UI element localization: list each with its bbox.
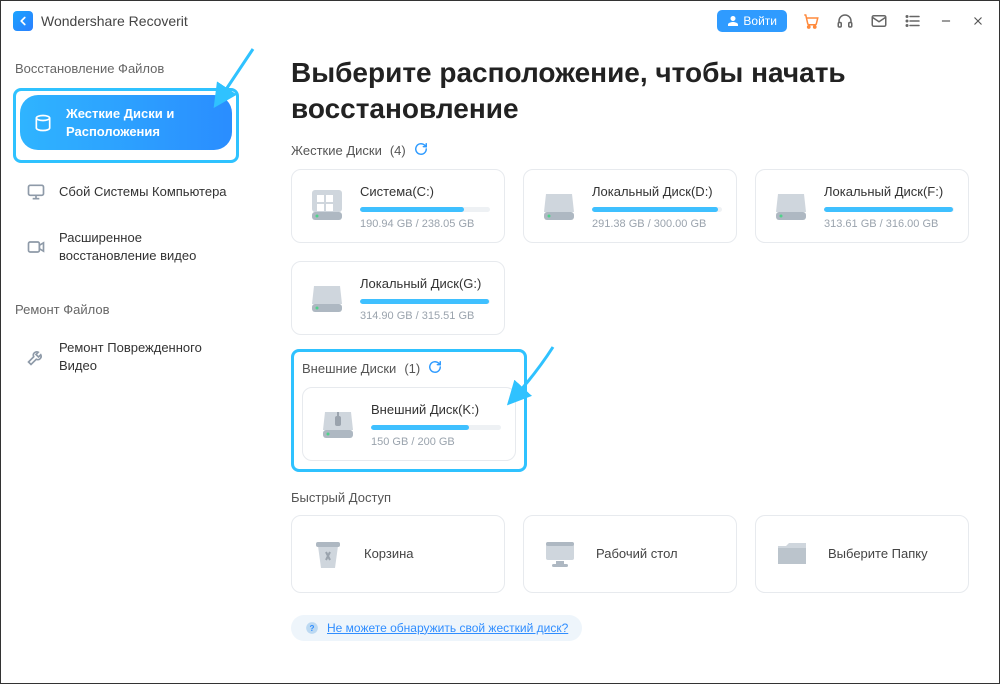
section-label: Жесткие Диски (291, 143, 382, 158)
folder-icon (770, 532, 814, 576)
sidebar-section-repair: Ремонт Файлов Ремонт Поврежденного Видео (13, 302, 239, 384)
title-left: Wondershare Recoverit (13, 11, 188, 31)
drive-size: 190.94 GB / 238.05 GB (360, 218, 490, 230)
section-header-external-drives: Внешние Диски (1) (302, 360, 516, 377)
title-right: Войти (717, 10, 987, 32)
help-link-text[interactable]: Не можете обнаружить свой жесткий диск? (327, 621, 568, 635)
refresh-icon[interactable] (428, 360, 442, 377)
app-logo-icon (13, 11, 33, 31)
drive-name: Внешний Диск(K:) (371, 402, 501, 417)
system-drive-icon (306, 184, 348, 226)
drive-card-local-d[interactable]: Локальный Диск(D:) 291.38 GB / 300.00 GB (523, 169, 737, 243)
sidebar: Восстановление Файлов Жесткие Диски и Ра… (1, 41, 251, 683)
section-count: (4) (390, 143, 406, 158)
hdd-icon (306, 276, 348, 318)
video-icon (25, 236, 47, 258)
drive-size: 150 GB / 200 GB (371, 436, 501, 448)
page-title: Выберите расположение, чтобы начать восс… (291, 55, 971, 128)
wrench-icon (25, 346, 47, 368)
close-button[interactable] (969, 12, 987, 30)
drive-size: 291.38 GB / 300.00 GB (592, 218, 722, 230)
login-button[interactable]: Войти (717, 10, 787, 32)
drive-usage-bar (360, 299, 490, 304)
help-link[interactable]: ? Не можете обнаружить свой жесткий диск… (291, 615, 582, 641)
hdd-icon (538, 184, 580, 226)
quick-access-label: Корзина (364, 546, 414, 561)
monitor-icon (25, 181, 47, 203)
desktop-icon (538, 532, 582, 576)
section-label: Быстрый Доступ (291, 490, 391, 505)
section-label: Внешние Диски (302, 361, 396, 376)
sidebar-section-title: Ремонт Файлов (13, 302, 239, 317)
external-drive-icon (317, 402, 359, 444)
quick-access-recycle-bin[interactable]: Корзина (291, 515, 505, 593)
drive-card-local-f[interactable]: Локальный Диск(F:) 313.61 GB / 316.00 GB (755, 169, 969, 243)
refresh-icon[interactable] (414, 142, 428, 159)
drive-usage-bar (360, 207, 490, 212)
sidebar-item-hard-drives[interactable]: Жесткие Диски и Расположения (20, 95, 232, 150)
quick-access-label: Выберите Папку (828, 546, 928, 561)
section-count: (1) (404, 361, 420, 376)
drive-usage-bar (824, 207, 954, 212)
main-content: Выберите расположение, чтобы начать восс… (251, 41, 999, 683)
drive-size: 313.61 GB / 316.00 GB (824, 218, 954, 230)
mail-icon[interactable] (869, 11, 889, 31)
drive-grid-hard-drives: Система(C:) 190.94 GB / 238.05 GB Локаль… (291, 169, 971, 335)
drive-card-external-k[interactable]: Внешний Диск(K:) 150 GB / 200 GB (302, 387, 516, 461)
login-label: Войти (743, 14, 777, 28)
sidebar-item-label: Ремонт Поврежденного Видео (59, 339, 227, 374)
drive-size: 314.90 GB / 315.51 GB (360, 310, 490, 322)
drive-usage-bar (592, 207, 722, 212)
trash-icon (306, 532, 350, 576)
sidebar-item-label: Жесткие Диски и Расположения (66, 105, 220, 140)
sidebar-item-video-repair[interactable]: Ремонт Поврежденного Видео (13, 329, 239, 384)
sidebar-item-highlight: Жесткие Диски и Расположения (13, 88, 239, 163)
cart-icon[interactable] (801, 11, 821, 31)
quick-access-label: Рабочий стол (596, 546, 678, 561)
headset-icon[interactable] (835, 11, 855, 31)
titlebar: Wondershare Recoverit Войти (1, 1, 999, 41)
drive-card-local-g[interactable]: Локальный Диск(G:) 314.90 GB / 315.51 GB (291, 261, 505, 335)
section-header-quick-access: Быстрый Доступ (291, 490, 971, 505)
disk-icon (32, 112, 54, 134)
app-title: Wondershare Recoverit (41, 13, 188, 29)
sidebar-section-title: Восстановление Файлов (13, 61, 239, 76)
quick-access-desktop[interactable]: Рабочий стол (523, 515, 737, 593)
drive-name: Локальный Диск(F:) (824, 184, 954, 199)
help-icon: ? (305, 621, 319, 635)
drive-usage-bar (371, 425, 501, 430)
svg-text:?: ? (310, 624, 315, 633)
drive-name: Локальный Диск(G:) (360, 276, 490, 291)
sidebar-item-system-crash[interactable]: Сбой Системы Компьютера (13, 171, 239, 213)
drive-name: Система(C:) (360, 184, 490, 199)
sidebar-section-recovery: Восстановление Файлов Жесткие Диски и Ра… (13, 61, 239, 274)
minimize-button[interactable] (937, 12, 955, 30)
sidebar-item-label: Сбой Системы Компьютера (59, 183, 227, 201)
drive-name: Локальный Диск(D:) (592, 184, 722, 199)
drive-card-system-c[interactable]: Система(C:) 190.94 GB / 238.05 GB (291, 169, 505, 243)
sidebar-item-label: Расширенное восстановление видео (59, 229, 227, 264)
sidebar-item-advanced-video[interactable]: Расширенное восстановление видео (13, 219, 239, 274)
external-section-highlight: Внешние Диски (1) Внешний Диск(K:) 150 G… (291, 349, 527, 472)
section-header-hard-drives: Жесткие Диски (4) (291, 142, 971, 159)
quick-access-grid: Корзина Рабочий стол Выберите Папку (291, 515, 971, 593)
hdd-icon (770, 184, 812, 226)
menu-list-icon[interactable] (903, 11, 923, 31)
quick-access-folder[interactable]: Выберите Папку (755, 515, 969, 593)
